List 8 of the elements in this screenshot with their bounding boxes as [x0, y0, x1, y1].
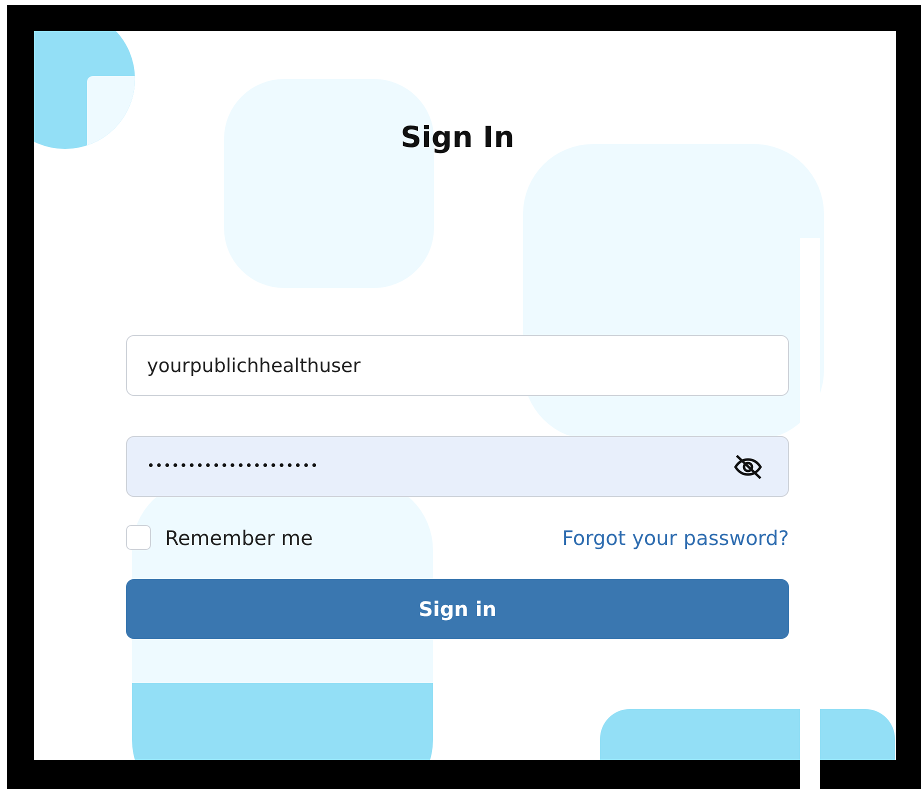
remember-checkbox[interactable] — [126, 525, 151, 550]
password-field[interactable]: ••••••••••••••••••••• — [126, 436, 789, 497]
forgot-password-link[interactable]: Forgot your password? — [562, 526, 789, 550]
page-title: Sign In — [400, 119, 516, 155]
username-field[interactable]: yourpublichhealthuser — [126, 335, 789, 396]
eye-slash-icon[interactable] — [731, 452, 765, 482]
sign-in-button[interactable]: Sign in — [126, 579, 789, 639]
remember-label: Remember me — [165, 526, 313, 550]
